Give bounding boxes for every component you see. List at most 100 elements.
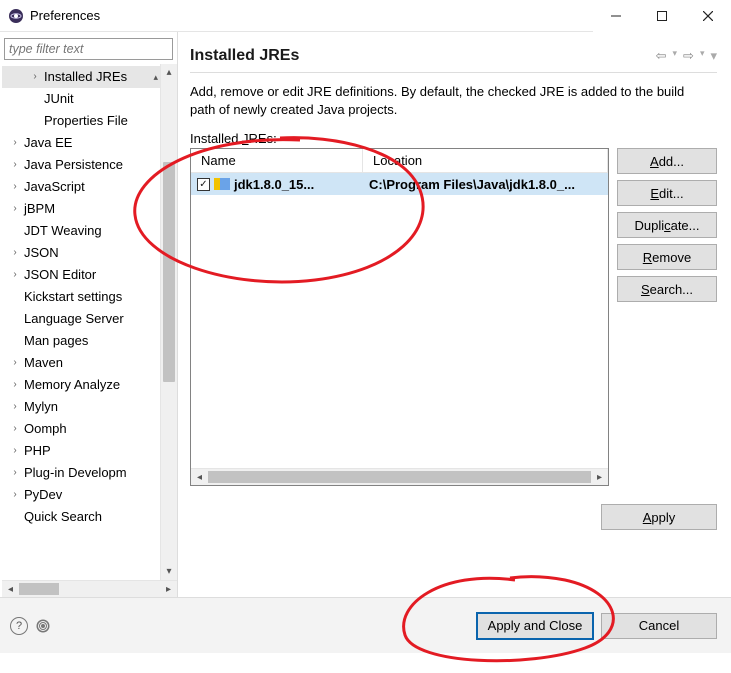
tree-item-label: Man pages xyxy=(20,330,92,352)
add-button[interactable]: Add... xyxy=(617,148,717,174)
tree-item[interactable]: ›Java Persistence xyxy=(2,154,160,176)
tree-item[interactable]: ›Java EE xyxy=(2,132,160,154)
tree-item-label: Kickstart settings xyxy=(20,286,126,308)
tree-item[interactable]: ›JSON xyxy=(2,242,160,264)
cancel-button[interactable]: Cancel xyxy=(601,613,717,639)
tree-item-label: Java EE xyxy=(20,132,76,154)
tree-item[interactable]: Properties File xyxy=(2,110,160,132)
close-button[interactable] xyxy=(685,0,731,32)
import-export-icon[interactable] xyxy=(38,621,48,631)
expand-caret-icon[interactable]: › xyxy=(10,440,20,462)
scroll-thumb[interactable] xyxy=(19,583,59,595)
sidebar-hscrollbar[interactable]: ◂ ▸ xyxy=(2,580,177,597)
scroll-thumb[interactable] xyxy=(163,162,175,382)
jdk-icon xyxy=(214,178,230,190)
table-hscrollbar[interactable]: ◂ ▸ xyxy=(191,468,608,485)
minimize-button[interactable] xyxy=(593,0,639,32)
tree-item[interactable]: Kickstart settings xyxy=(2,286,160,308)
page-title: Installed JREs xyxy=(190,47,299,65)
tree-item[interactable]: ›Mylyn xyxy=(2,396,160,418)
tree-item[interactable]: JDT Weaving xyxy=(2,220,160,242)
column-location[interactable]: Location xyxy=(363,149,608,173)
app-icon xyxy=(8,8,24,24)
main-panel: Installed JREs ⇦▾ ⇨▾ ▾ Add, remove or ed… xyxy=(178,32,731,597)
apply-button[interactable]: Apply xyxy=(601,504,717,530)
maximize-button[interactable] xyxy=(639,0,685,32)
preferences-tree[interactable]: ›Installed JREs▴JUnitProperties File›Jav… xyxy=(2,64,160,580)
tree-item-label: Maven xyxy=(20,352,67,374)
jre-table[interactable]: Name Location ✓ jdk1.8.0_15... C:\Progra… xyxy=(190,148,609,486)
tree-item-label: Installed JREs xyxy=(40,66,131,88)
tree-item[interactable]: ›jBPM xyxy=(2,198,160,220)
tree-item-label: jBPM xyxy=(20,198,59,220)
search-button[interactable]: Search... xyxy=(617,276,717,302)
tree-item-label: Mylyn xyxy=(20,396,62,418)
tree-item-label: JSON xyxy=(20,242,63,264)
tree-item-label: Quick Search xyxy=(20,506,106,528)
duplicate-button[interactable]: Duplicate... xyxy=(617,212,717,238)
expand-caret-icon[interactable]: › xyxy=(10,176,20,198)
tree-item-label: PyDev xyxy=(20,484,66,506)
table-row[interactable]: ✓ jdk1.8.0_15... C:\Program Files\Java\j… xyxy=(191,173,608,195)
title-bar: Preferences xyxy=(0,0,731,32)
expand-caret-icon[interactable]: › xyxy=(10,198,20,220)
tree-item[interactable]: ›Memory Analyze xyxy=(2,374,160,396)
tree-item[interactable]: ›Installed JREs ▴ xyxy=(2,66,160,88)
expand-caret-icon[interactable]: › xyxy=(10,264,20,286)
tree-item-label: Memory Analyze xyxy=(20,374,124,396)
back-icon[interactable]: ⇦ xyxy=(656,48,667,64)
help-icon[interactable]: ? xyxy=(10,617,28,635)
forward-icon[interactable]: ⇨ xyxy=(683,48,694,64)
scroll-up-icon[interactable]: ▴ xyxy=(161,64,177,81)
expand-caret-icon[interactable]: › xyxy=(10,154,20,176)
filter-input[interactable] xyxy=(4,38,173,60)
tree-item-label: Oomph xyxy=(20,418,71,440)
scroll-thumb[interactable] xyxy=(208,471,591,483)
tree-item[interactable]: ›PyDev xyxy=(2,484,160,506)
tree-item[interactable]: ›PHP xyxy=(2,440,160,462)
tree-item[interactable]: ›Maven xyxy=(2,352,160,374)
scroll-right-icon[interactable]: ▸ xyxy=(160,584,177,595)
expand-caret-icon[interactable]: › xyxy=(10,242,20,264)
checkbox[interactable]: ✓ xyxy=(197,178,210,191)
tree-item[interactable]: ›JSON Editor xyxy=(2,264,160,286)
tree-item[interactable]: ›Plug-in Developm xyxy=(2,462,160,484)
sidebar-vscrollbar[interactable]: ▴ ▾ xyxy=(160,64,177,580)
bottom-bar: ? Apply and Close Cancel xyxy=(0,597,731,653)
apply-and-close-button[interactable]: Apply and Close xyxy=(477,613,593,639)
tree-item-label: JDT Weaving xyxy=(20,220,106,242)
scroll-down-icon[interactable]: ▾ xyxy=(161,563,177,580)
tree-item[interactable]: ›Oomph xyxy=(2,418,160,440)
scroll-left-icon[interactable]: ◂ xyxy=(191,472,208,483)
tree-item[interactable]: Quick Search xyxy=(2,506,160,528)
jre-location: C:\Program Files\Java\jdk1.8.0_... xyxy=(363,177,608,192)
edit-button[interactable]: Edit... xyxy=(617,180,717,206)
scroll-left-icon[interactable]: ◂ xyxy=(2,584,19,595)
expand-caret-icon[interactable]: › xyxy=(10,132,20,154)
expand-caret-icon[interactable]: › xyxy=(10,418,20,440)
nav-arrows: ⇦▾ ⇨▾ ▾ xyxy=(656,48,717,64)
tree-item-label: JUnit xyxy=(40,88,78,110)
expand-caret-icon[interactable]: › xyxy=(10,462,20,484)
expand-caret-icon[interactable]: › xyxy=(10,484,20,506)
expand-caret-icon[interactable]: › xyxy=(10,396,20,418)
menu-icon[interactable]: ▾ xyxy=(710,48,717,64)
page-description: Add, remove or edit JRE definitions. By … xyxy=(190,83,710,119)
expand-caret-icon[interactable]: › xyxy=(10,374,20,396)
remove-button[interactable]: Remove xyxy=(617,244,717,270)
expand-caret-icon[interactable]: › xyxy=(10,352,20,374)
scroll-right-icon[interactable]: ▸ xyxy=(591,472,608,483)
tree-item[interactable]: ›JavaScript xyxy=(2,176,160,198)
tree-item-label: Properties File xyxy=(40,110,132,132)
section-label: Installed JREs: xyxy=(190,131,717,146)
sort-up-icon: ▴ xyxy=(153,66,158,88)
tree-item-label: Java Persistence xyxy=(20,154,127,176)
expand-caret-icon[interactable]: › xyxy=(30,66,40,88)
column-name[interactable]: Name xyxy=(191,149,363,173)
tree-item-label: PHP xyxy=(20,440,55,462)
tree-item-label: Plug-in Developm xyxy=(20,462,131,484)
tree-item[interactable]: JUnit xyxy=(2,88,160,110)
tree-item[interactable]: Language Server xyxy=(2,308,160,330)
tree-item[interactable]: Man pages xyxy=(2,330,160,352)
table-header: Name Location xyxy=(191,149,608,173)
